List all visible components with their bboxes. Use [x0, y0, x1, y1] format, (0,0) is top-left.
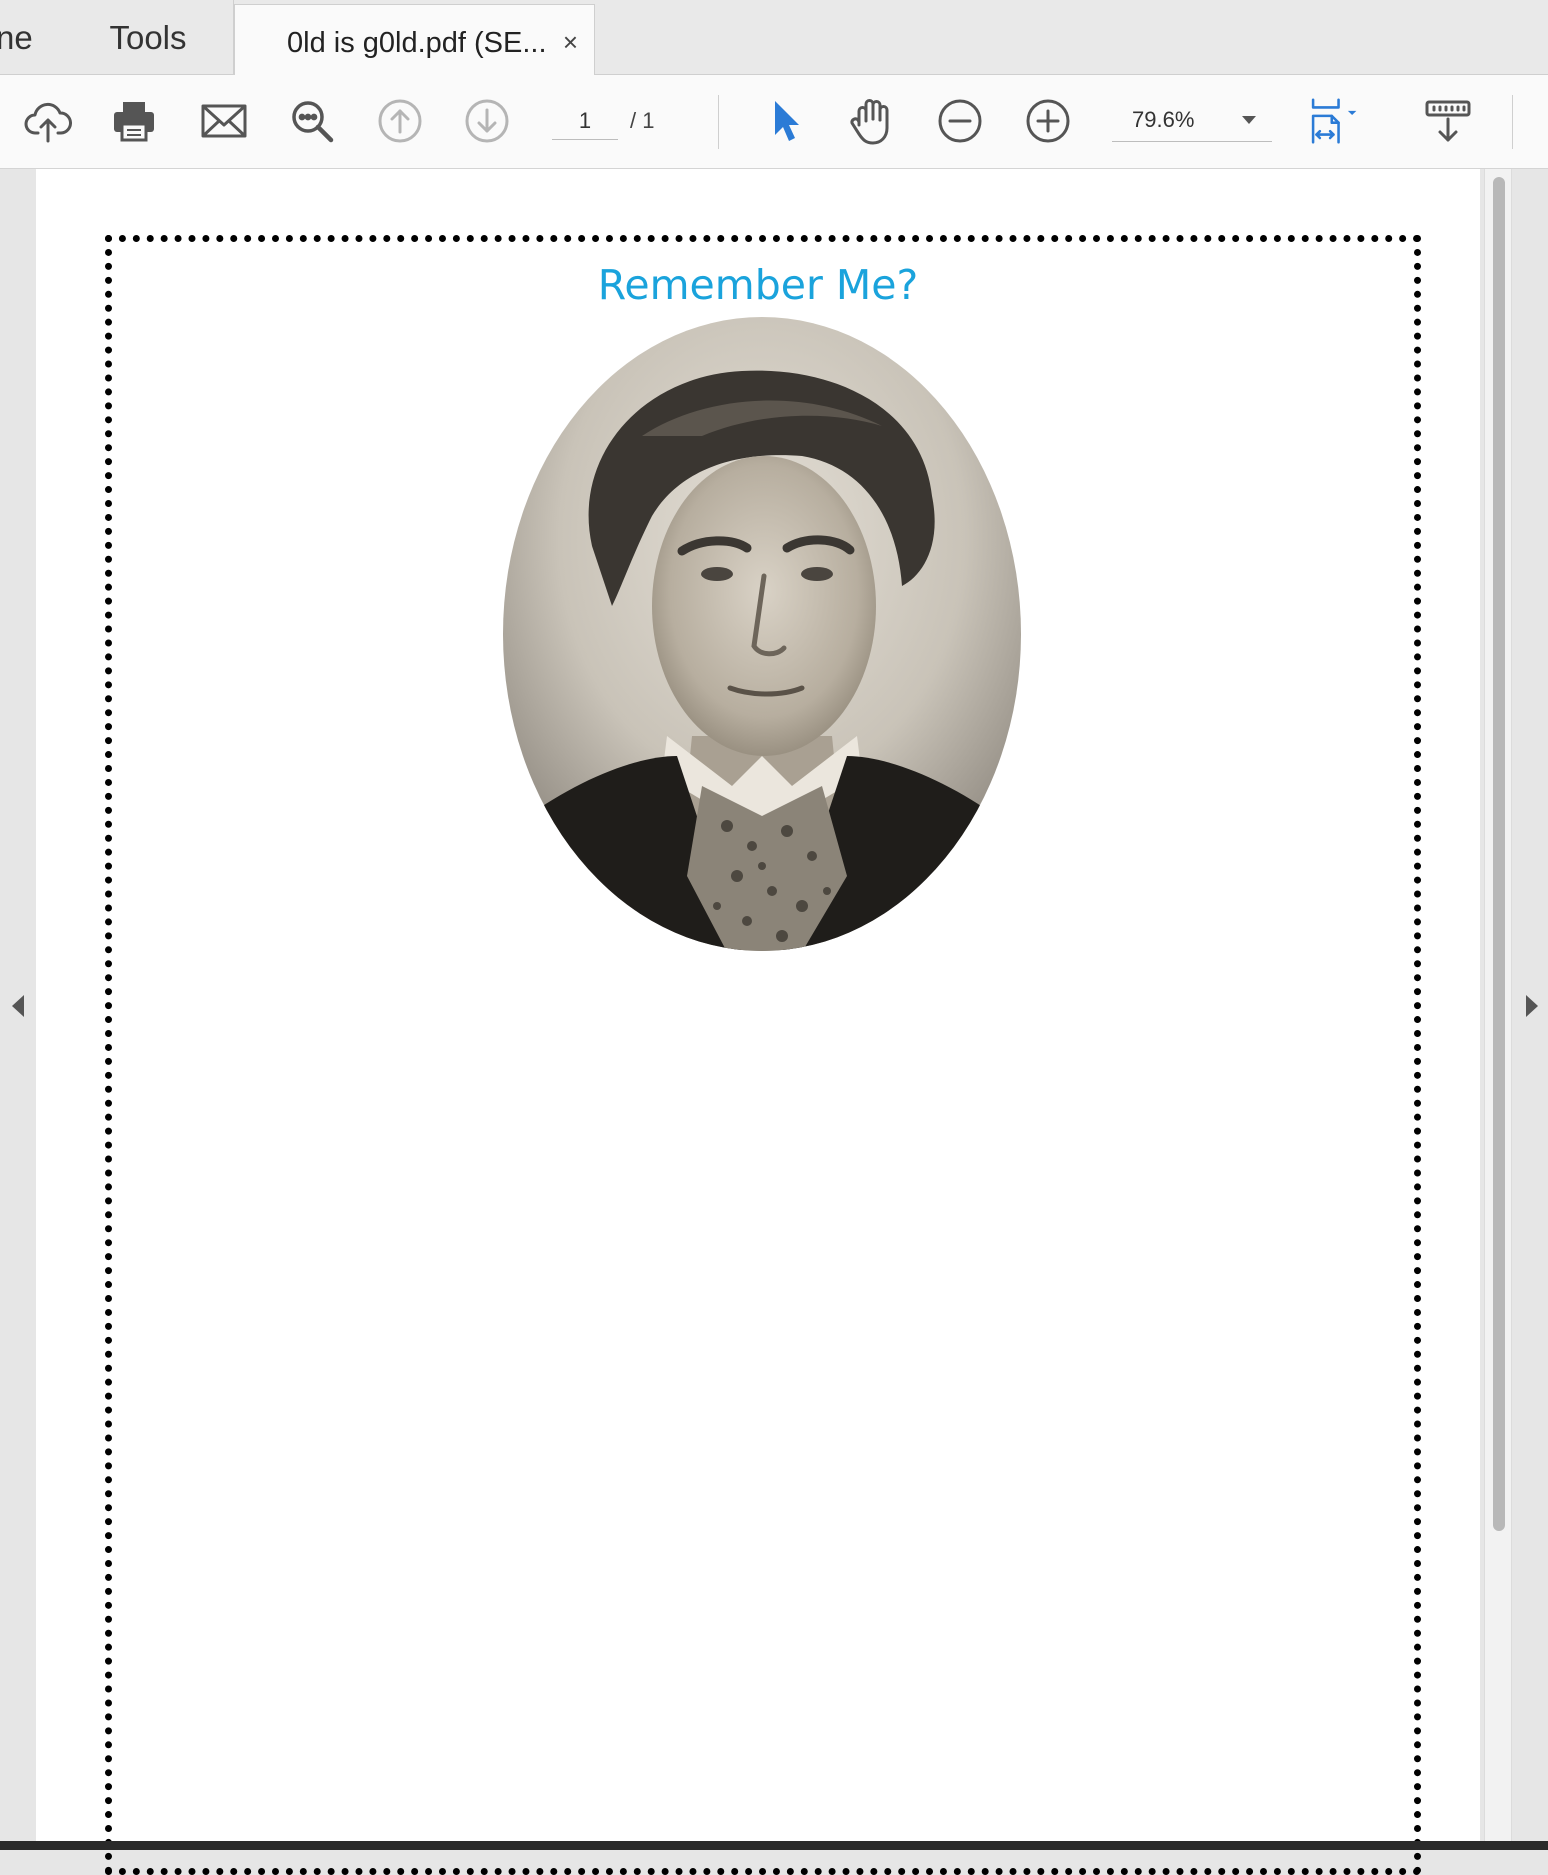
scrollbar-thumb[interactable] — [1493, 177, 1505, 1531]
tab-bar: ne Tools 0ld is g0ld.pdf (SE... × — [0, 0, 1548, 76]
tab-tools[interactable]: Tools — [63, 0, 234, 75]
page-total: / 1 — [630, 108, 655, 133]
tab-tools-label: Tools — [109, 18, 187, 56]
toolbar-divider — [718, 95, 719, 149]
hand-icon[interactable] — [844, 93, 900, 149]
search-icon[interactable] — [284, 93, 340, 149]
tab-document[interactable]: 0ld is g0ld.pdf (SE... × — [234, 4, 595, 76]
print-icon[interactable] — [106, 93, 162, 149]
bottom-edge — [0, 1841, 1548, 1850]
tab-home[interactable]: ne — [0, 0, 63, 75]
toolbar: 1 / 1 79.6% — [0, 75, 1548, 169]
zoom-out-icon[interactable] — [932, 93, 988, 149]
zoom-in-icon[interactable] — [1020, 93, 1076, 149]
vertical-scrollbar[interactable] — [1484, 169, 1512, 1850]
expand-right-panel-icon[interactable] — [1526, 995, 1538, 1017]
document-view[interactable]: Remember Me? — [0, 169, 1548, 1875]
chevron-down-icon — [1242, 116, 1256, 124]
cloud-upload-icon[interactable] — [20, 93, 76, 149]
page-heading: Remember Me? — [597, 261, 919, 309]
tab-home-label: ne — [0, 18, 33, 56]
scrolling-mode-icon[interactable] — [1420, 93, 1476, 149]
mail-icon[interactable] — [196, 93, 252, 149]
zoom-value: 79.6% — [1132, 107, 1195, 132]
previous-page-icon[interactable] — [372, 93, 428, 149]
select-cursor-icon[interactable] — [756, 93, 812, 149]
page-number-input[interactable]: 1 — [552, 103, 618, 140]
portrait-photo — [503, 317, 1021, 951]
zoom-dropdown[interactable]: 79.6% — [1112, 101, 1272, 142]
close-icon[interactable]: × — [563, 27, 578, 57]
pdf-page: Remember Me? — [36, 169, 1480, 1875]
tab-document-title: 0ld is g0ld.pdf (SE... — [287, 27, 547, 59]
next-page-icon[interactable] — [459, 93, 515, 149]
fit-page-icon[interactable] — [1308, 93, 1364, 149]
collapse-left-panel-icon[interactable] — [12, 995, 24, 1017]
toolbar-divider — [1512, 95, 1513, 149]
